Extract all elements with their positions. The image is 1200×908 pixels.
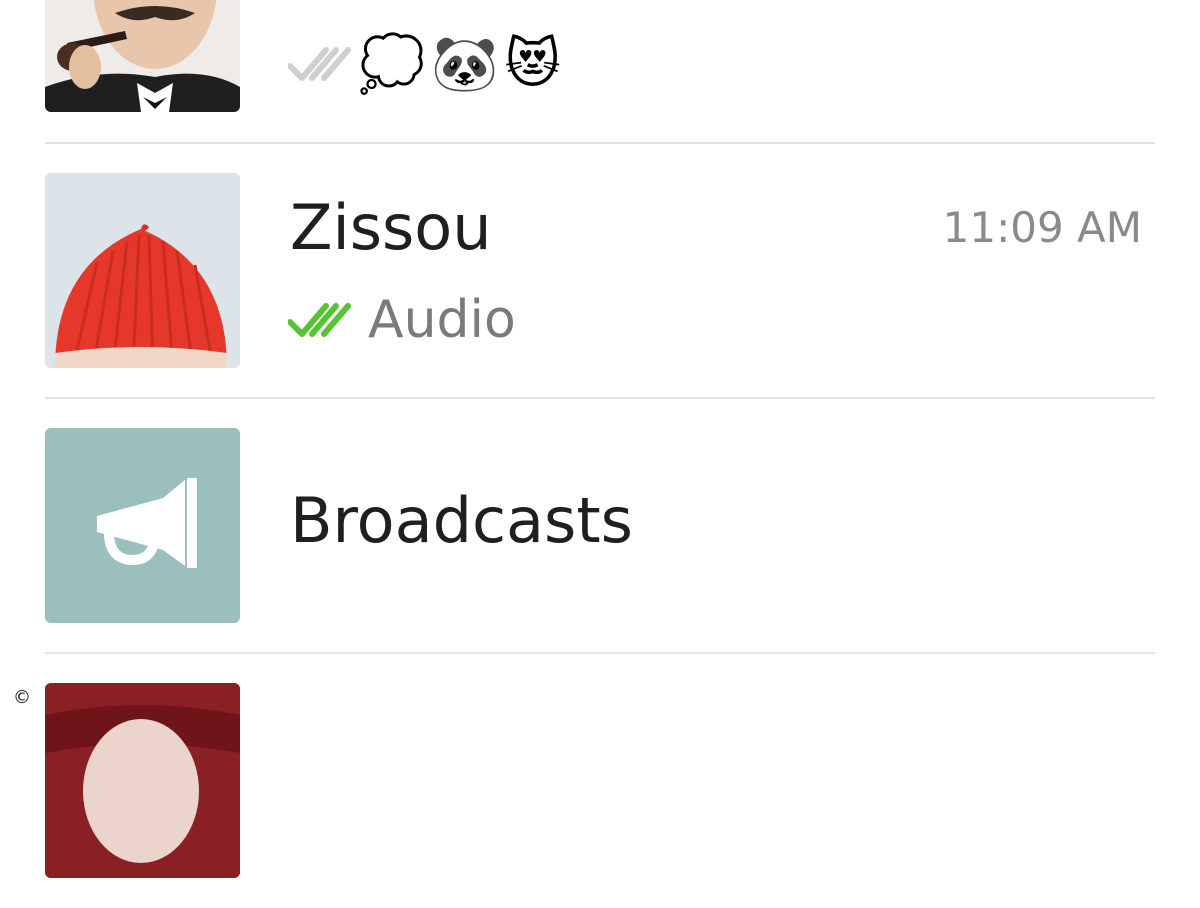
double-check-icon [288, 47, 351, 81]
double-check-icon [288, 303, 351, 337]
avatar[interactable] [45, 428, 240, 623]
chat-row-4[interactable] [0, 653, 1200, 908]
contact-name: Zissou [290, 191, 492, 264]
preview: Audio [288, 285, 516, 355]
thought-balloon-emoji: 💭 [358, 32, 426, 95]
copyright-badge: © [10, 686, 34, 710]
megaphone-icon [97, 478, 197, 568]
mustache-pipe-man-photo [45, 0, 240, 112]
avatar[interactable] [45, 0, 240, 112]
maroon-beanie-photo [45, 683, 240, 878]
avatar[interactable] [45, 683, 240, 878]
chat-list: 💭 🐼 😻 Zissou 11:09 AM Audio Broadcasts [0, 0, 1200, 878]
panda-emoji: 🐼 [431, 32, 499, 95]
message-time: 11:09 AM [942, 203, 1142, 252]
preview-text: Audio [368, 290, 516, 350]
chat-row-broadcasts[interactable]: Broadcasts [0, 398, 1200, 653]
heart-eyes-cat-emoji: 😻 [504, 32, 561, 95]
preview: 💭 🐼 😻 [288, 29, 561, 99]
avatar[interactable] [45, 173, 240, 368]
chat-row-zissou[interactable]: Zissou 11:09 AM Audio [0, 143, 1200, 398]
red-beanie-photo [45, 173, 240, 368]
chat-row-1[interactable]: 💭 🐼 😻 [0, 0, 1200, 112]
contact-name: Broadcasts [290, 484, 633, 557]
